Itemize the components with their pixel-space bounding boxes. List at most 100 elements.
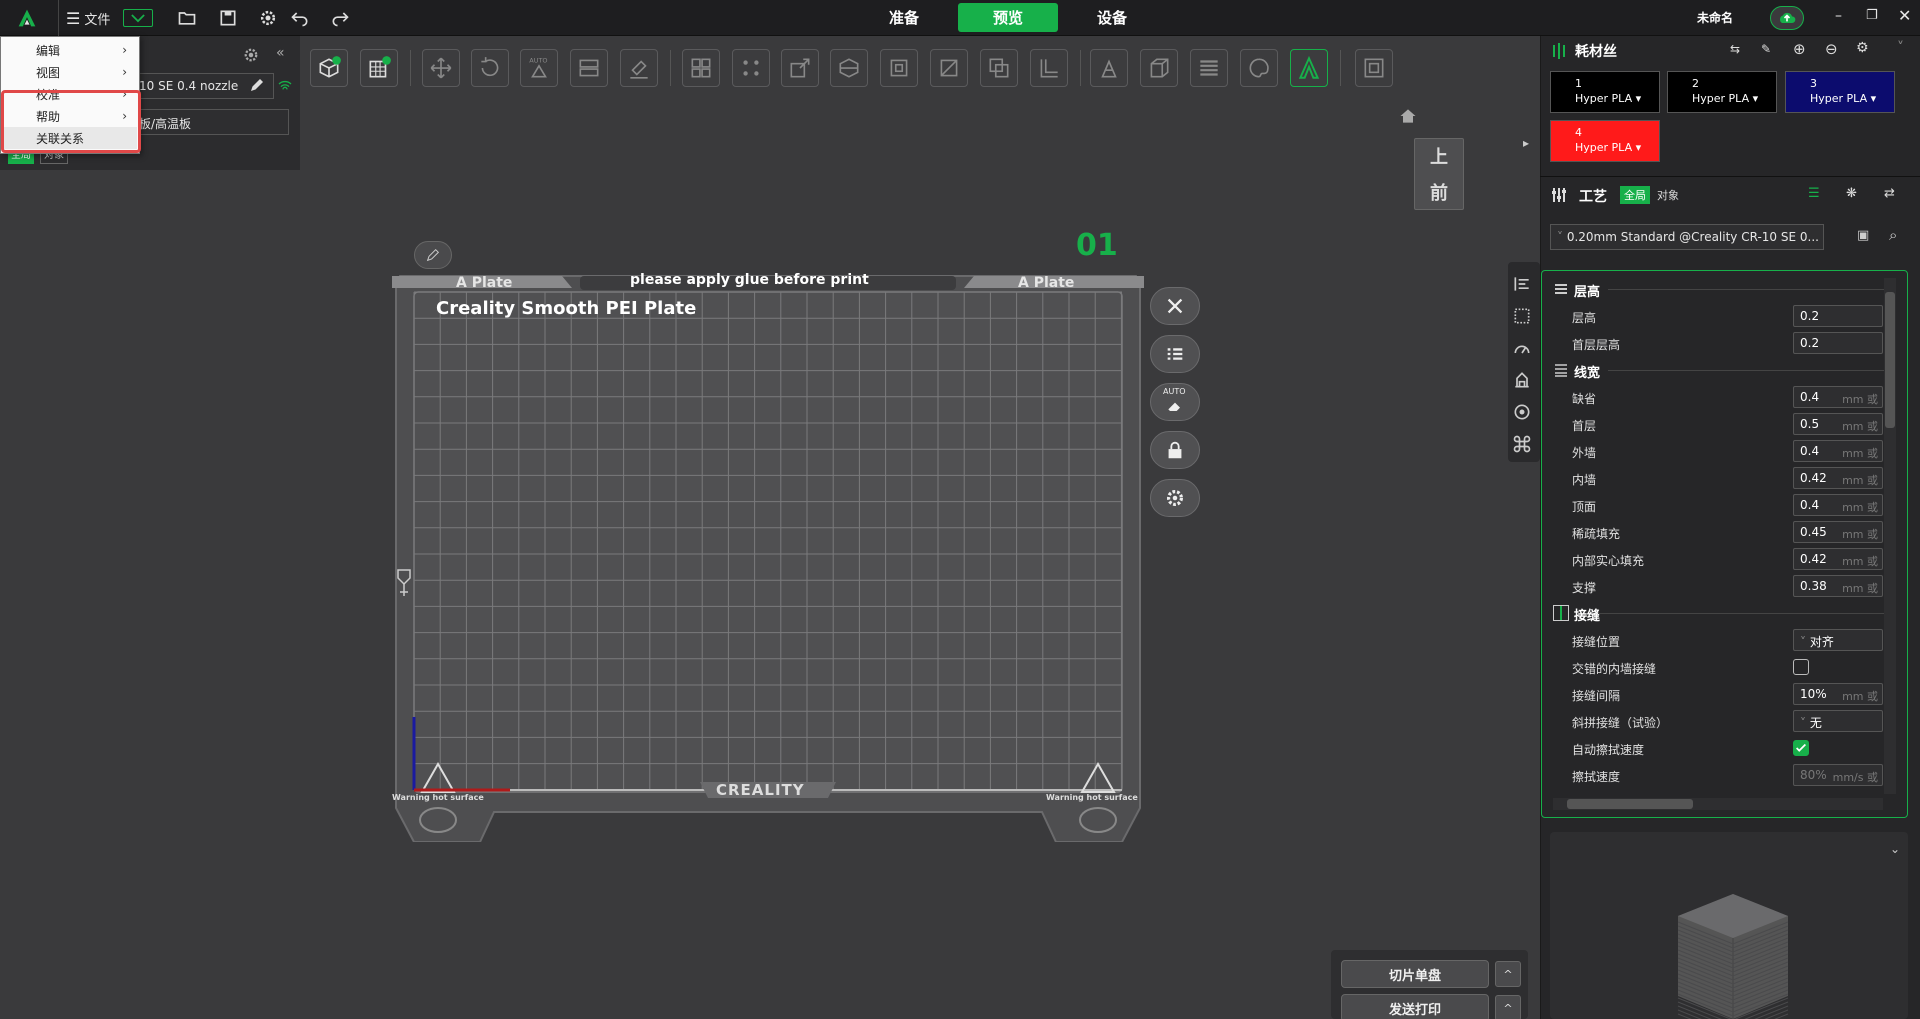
- z-axis-handle-icon[interactable]: [394, 568, 414, 598]
- file-menu-button[interactable]: ☰ 文件: [66, 8, 110, 28]
- process-compare-icon[interactable]: ⇄: [1884, 186, 1895, 201]
- auto-orient-tool[interactable]: AUTO: [520, 49, 558, 87]
- staggered-seam-checkbox[interactable]: [1793, 659, 1809, 675]
- redo-icon[interactable]: [327, 5, 353, 31]
- menu-item-associations[interactable]: 关联关系: [3, 127, 137, 149]
- vertical-scrollbar[interactable]: [1884, 278, 1896, 794]
- process-list-view-icon[interactable]: ☰: [1808, 186, 1820, 201]
- sparse-infill-width-input[interactable]: 0.45 mm 或: [1793, 521, 1883, 543]
- rotate-tool[interactable]: [471, 49, 509, 87]
- tab-prepare[interactable]: 准备: [854, 3, 954, 32]
- fuzzy-skin-tool[interactable]: [1140, 49, 1178, 87]
- measure-tool[interactable]: [1030, 49, 1068, 87]
- add-cube-tool[interactable]: [310, 49, 348, 87]
- support-icon[interactable]: [1512, 370, 1536, 394]
- tab-preview[interactable]: 预览: [958, 3, 1058, 32]
- remove-filament-icon[interactable]: ⊖: [1825, 40, 1838, 58]
- internal-solid-width-input[interactable]: 0.42 mm 或: [1793, 548, 1883, 570]
- cut-tool[interactable]: [830, 49, 868, 87]
- send-options-caret-icon[interactable]: ^: [1495, 995, 1521, 1019]
- plate-type-select[interactable]: 板/高温板: [132, 109, 289, 135]
- support-width-input[interactable]: 0.38 mm 或: [1793, 575, 1883, 597]
- filament-slot-4[interactable]: 4 Hyper PLA ▾: [1550, 120, 1660, 162]
- menu-item-help[interactable]: 帮助 ›: [3, 105, 137, 127]
- seam-gap-input[interactable]: 10% mm 或: [1793, 683, 1883, 705]
- build-plate[interactable]: A Plate A Plate please apply glue before…: [392, 272, 1144, 843]
- filament-sync-icon[interactable]: ⇆: [1730, 42, 1740, 56]
- lock-plate-button[interactable]: [1150, 431, 1200, 469]
- home-view-icon[interactable]: [1398, 106, 1420, 126]
- slice-options-caret-icon[interactable]: ^: [1495, 961, 1521, 987]
- align-icon[interactable]: [1512, 274, 1536, 298]
- arrange-tool[interactable]: [570, 49, 608, 87]
- first-layer-width-input[interactable]: 0.5 mm 或: [1793, 413, 1883, 435]
- boolean-tool[interactable]: [980, 49, 1018, 87]
- collapse-preview-icon[interactable]: ⌄: [1890, 842, 1900, 856]
- filament-edit-icon[interactable]: ✎: [1761, 42, 1771, 56]
- scale-tool[interactable]: [781, 49, 819, 87]
- move-tool[interactable]: [422, 49, 460, 87]
- split-objects-tool[interactable]: [732, 49, 770, 87]
- save-icon[interactable]: [215, 5, 241, 31]
- target-icon[interactable]: [1512, 402, 1536, 426]
- variable-layer-tool[interactable]: [1190, 49, 1228, 87]
- plate-settings-button[interactable]: [1150, 479, 1200, 517]
- seam-paint-tool[interactable]: [1090, 49, 1128, 87]
- restore-icon[interactable]: ❐: [1866, 8, 1878, 23]
- edit-plate-name-button[interactable]: [414, 241, 452, 269]
- slice-plate-button[interactable]: 切片单盘: [1341, 960, 1489, 988]
- filament-slot-2[interactable]: 2 Hyper PLA ▾: [1667, 71, 1777, 113]
- auto-orient-plate-button[interactable]: AUTO: [1150, 383, 1200, 421]
- process-global-tab[interactable]: 全局: [1620, 186, 1650, 204]
- scarf-seam-select[interactable]: ˅ 无: [1793, 710, 1883, 732]
- delete-plate-button[interactable]: [1150, 287, 1200, 325]
- wipe-speed-input[interactable]: 80% mm/s 或: [1793, 764, 1883, 786]
- search-icon[interactable]: ⌕: [1889, 226, 1897, 244]
- outer-wall-width-input[interactable]: 0.4 mm 或: [1793, 440, 1883, 462]
- filament-settings-icon[interactable]: ⚙: [1856, 40, 1869, 56]
- collapse-filament-icon[interactable]: ˅: [1897, 40, 1904, 56]
- process-object-tab[interactable]: 对象: [1657, 187, 1679, 203]
- assembly-view-tool[interactable]: [1355, 49, 1393, 87]
- layer-height-input[interactable]: 0.2: [1793, 305, 1883, 327]
- close-window-icon[interactable]: ✕: [1898, 6, 1911, 25]
- auto-wipe-speed-checkbox[interactable]: [1793, 740, 1809, 756]
- tab-device[interactable]: 设备: [1062, 3, 1162, 32]
- lay-on-face-tool[interactable]: [620, 49, 658, 87]
- edit-printer-icon[interactable]: [248, 76, 268, 96]
- inner-wall-width-input[interactable]: 0.42 mm 或: [1793, 467, 1883, 489]
- dropdown-chevron-button[interactable]: [123, 9, 153, 27]
- view-cube[interactable]: 上 前: [1414, 138, 1464, 210]
- scrollbar-thumb[interactable]: [1885, 292, 1895, 428]
- plate-objects-list-button[interactable]: [1150, 335, 1200, 373]
- save-preset-icon[interactable]: ▣: [1857, 228, 1869, 243]
- filament-slot-1[interactable]: 1 Hyper PLA ▾: [1550, 71, 1660, 113]
- seam-position-select[interactable]: ˅ 对齐: [1793, 629, 1883, 651]
- open-folder-icon[interactable]: [174, 5, 200, 31]
- speed-gauge-icon[interactable]: [1512, 338, 1536, 362]
- send-print-button[interactable]: 发送打印: [1341, 994, 1489, 1019]
- process-tree-icon[interactable]: ❋: [1846, 186, 1857, 201]
- cloud-upload-button[interactable]: [1770, 6, 1804, 30]
- undo-icon[interactable]: [287, 5, 313, 31]
- app-logo-icon[interactable]: [14, 5, 40, 31]
- menu-item-view[interactable]: 视图 ›: [3, 61, 137, 83]
- color-paint-tool[interactable]: [1240, 49, 1278, 87]
- hollow-tool[interactable]: [880, 49, 918, 87]
- quality-icon[interactable]: [1512, 306, 1536, 330]
- add-plate-tool[interactable]: [360, 49, 398, 87]
- add-filament-icon[interactable]: ⊕: [1793, 40, 1806, 58]
- first-layer-height-input[interactable]: 0.2: [1793, 332, 1883, 354]
- default-width-input[interactable]: 0.4 mm 或: [1793, 386, 1883, 408]
- support-paint-tool[interactable]: [930, 49, 968, 87]
- collapse-panel-icon[interactable]: «: [276, 45, 285, 61]
- horizontal-scrollbar[interactable]: [1553, 798, 1883, 810]
- scrollbar-thumb[interactable]: [1567, 799, 1693, 809]
- menu-item-edit[interactable]: 编辑 ›: [3, 39, 137, 61]
- printer-settings-gear-icon[interactable]: [242, 46, 262, 66]
- expand-right-arrow-icon[interactable]: ▸: [1523, 136, 1537, 164]
- text-tool[interactable]: [1290, 49, 1328, 87]
- arrange-all-tool[interactable]: [682, 49, 720, 87]
- minimize-icon[interactable]: –: [1835, 8, 1842, 24]
- process-preset-select[interactable]: ˅ 0.20mm Standard @Creality CR-10 SE 0..…: [1550, 224, 1824, 250]
